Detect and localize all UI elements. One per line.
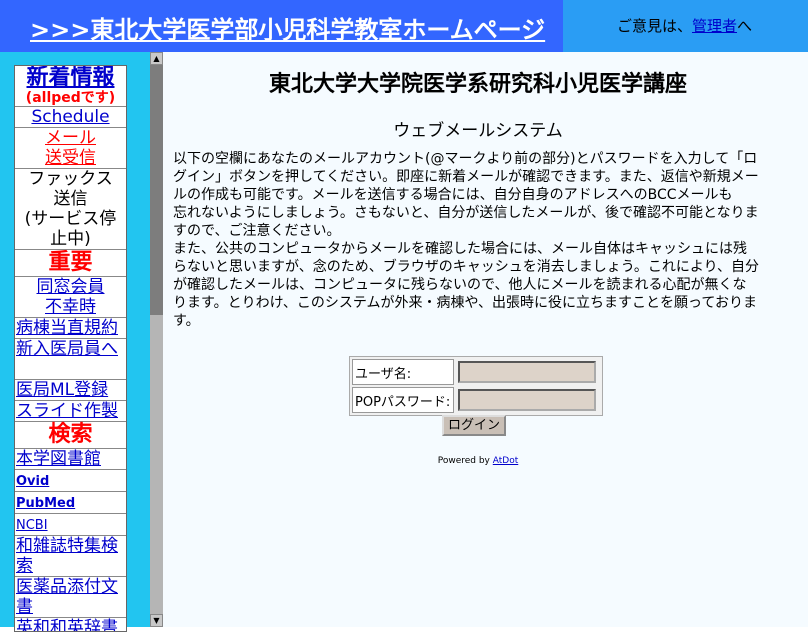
login-form: ユーザ名: POPパスワード:	[349, 356, 603, 416]
sidebar-heading-important: 重要	[15, 250, 126, 277]
sidebar-item-slides[interactable]: スライド作製	[15, 401, 126, 422]
instruction-line: また、公共のコンピュータからメールを確認した場合には、メール自体はキャッシュには…	[173, 241, 747, 257]
important-heading: 重要	[48, 250, 93, 275]
schedule-link[interactable]: Schedule	[31, 107, 109, 127]
library-link[interactable]: 本学図書館	[16, 449, 101, 469]
drug-info-link-line2[interactable]: 書	[16, 597, 126, 617]
mail-link-line2[interactable]: 送受信	[15, 148, 126, 168]
fax-line2: 送信	[53, 189, 88, 209]
sidebar-scrollbar[interactable]: ▲ ▼	[150, 52, 163, 627]
sidebar-item-alumni[interactable]: 同窓会員 不幸時	[15, 277, 126, 318]
sidebar-heading-search: 検索	[15, 422, 126, 449]
journal-search-link-line1[interactable]: 和雑誌特集検	[16, 536, 126, 556]
dictionary-link[interactable]: 英和和英辞書	[16, 618, 118, 631]
scroll-up-icon[interactable]: ▲	[150, 52, 163, 65]
header-bar: >>>東北大学医学部小児科学教室ホームページ ご意見は、管理者へ	[0, 0, 808, 52]
allped-note: (allpedです)	[25, 90, 116, 106]
instruction-line: す。	[173, 313, 200, 329]
sidebar-item-ovid[interactable]: Ovid	[15, 470, 126, 492]
sidebar-item-ml-register[interactable]: 医局ML登録	[15, 380, 126, 401]
instruction-line: グイン」ボタンを押してください。即座に新着メールが確認できます。また、返信や新規…	[173, 169, 759, 185]
instruction-line: らないと思いますが、念のため、ブラウザのキャッシュを消去しましょう。これにより、…	[173, 259, 760, 275]
ovid-link[interactable]: Ovid	[16, 474, 49, 489]
instructions-text: 以下の空欄にあなたのメールアカウント(@マークより前の部分)とパスワードを入力し…	[173, 150, 783, 330]
sidebar-item-fax: ファックス 送信 (サービス停 止中)	[15, 169, 126, 250]
sidebar-nav: 新着情報 (allpedです) Schedule メール 送受信 ファックス 送…	[14, 65, 127, 632]
feedback-prefix: ご意見は、	[617, 17, 693, 35]
feedback-suffix: へ	[737, 17, 753, 35]
scrollbar-thumb[interactable]	[150, 65, 163, 315]
instruction-line: 以下の空欄にあなたのメールアカウント(@マークより前の部分)とパスワードを入力し…	[173, 151, 758, 167]
page-subtitle: ウェブメールシステム	[393, 121, 563, 141]
ml-register-link[interactable]: 医局ML登録	[16, 380, 108, 400]
sidebar-item-library[interactable]: 本学図書館	[15, 449, 126, 470]
mail-link-line1[interactable]: メール	[15, 128, 126, 148]
fax-line4: 止中)	[50, 229, 91, 249]
instruction-line: すので、ご注意ください。	[173, 223, 341, 239]
login-button[interactable]: ログイン	[442, 415, 506, 436]
sidebar-item-newcomers[interactable]: 新入医局員へ	[15, 339, 126, 380]
username-label: ユーザ名:	[352, 359, 455, 385]
fax-line1: ファックス	[28, 169, 113, 189]
ncbi-link[interactable]: NCBI	[16, 518, 48, 533]
powered-by: Powered by AtDot	[163, 456, 793, 466]
fax-line3: (サービス停	[24, 209, 117, 229]
alumni-link-line2[interactable]: 不幸時	[15, 297, 126, 317]
sidebar-item-journal-search[interactable]: 和雑誌特集検 索	[15, 536, 126, 577]
ward-duty-link[interactable]: 病棟当直規約	[16, 318, 118, 338]
password-input[interactable]	[458, 389, 597, 411]
powered-by-text: Powered by	[437, 456, 490, 466]
sidebar-item-ncbi[interactable]: NCBI	[15, 514, 126, 536]
scroll-down-icon[interactable]: ▼	[150, 614, 163, 627]
sidebar-item-drug-info[interactable]: 医薬品添付文 書	[15, 577, 126, 618]
journal-search-link-line2[interactable]: 索	[16, 556, 126, 576]
news-link[interactable]: 新着情報	[15, 66, 126, 90]
admin-link[interactable]: 管理者	[692, 17, 737, 35]
slides-link[interactable]: スライド作製	[16, 401, 118, 421]
instruction-line: ります。とりわけ、このシステムが外来・病棟や、出張時に役に立ちますことを願ってお…	[173, 295, 757, 311]
search-heading: 検索	[48, 422, 93, 447]
instruction-line: が確認したメールは、コンピュータに残らないので、他人にメールを読まれる心配が無く…	[173, 277, 747, 293]
instruction-line: 忘れないようにしましょう。さもないと、自分が送信したメールが、後で確認不可能とな…	[173, 205, 759, 221]
page-title: 東北大学大学院医学系研究科小児医学講座	[268, 72, 687, 97]
alumni-link-line1[interactable]: 同窓会員	[15, 277, 126, 297]
atdot-link[interactable]: AtDot	[493, 456, 519, 466]
main-content: 東北大学大学院医学系研究科小児医学講座 ウェブメールシステム 以下の空欄にあなた…	[163, 52, 808, 627]
newcomers-link[interactable]: 新入医局員へ	[16, 339, 118, 359]
sidebar-item-mail[interactable]: メール 送受信	[15, 128, 126, 169]
left-sidebar: 新着情報 (allpedです) Schedule メール 送受信 ファックス 送…	[0, 52, 150, 632]
instruction-line: ルの作成も可能です。メールを送信する場合には、自分自身のアドレスへのBCCメール…	[173, 187, 733, 203]
site-title-link[interactable]: >>>東北大学医学部小児科学教室ホームページ	[30, 10, 545, 45]
sidebar-item-schedule[interactable]: Schedule	[15, 107, 126, 128]
drug-info-link-line1[interactable]: 医薬品添付文	[16, 577, 126, 597]
sidebar-item-ward-duty[interactable]: 病棟当直規約	[15, 318, 126, 339]
pubmed-link[interactable]: PubMed	[16, 496, 75, 511]
sidebar-item-pubmed[interactable]: PubMed	[15, 492, 126, 514]
sidebar-item-news[interactable]: 新着情報 (allpedです)	[15, 66, 126, 107]
sidebar-item-dictionary[interactable]: 英和和英辞書	[15, 618, 126, 631]
username-input[interactable]	[458, 361, 597, 383]
feedback-text: ご意見は、管理者へ	[617, 15, 752, 36]
feedback-area: ご意見は、管理者へ	[563, 0, 808, 52]
password-label: POPパスワード:	[352, 387, 455, 413]
